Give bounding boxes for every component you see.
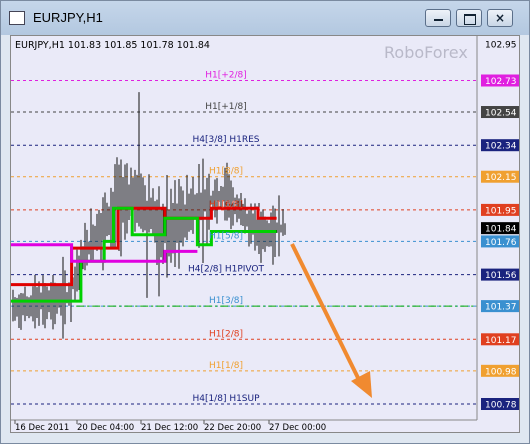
level-label: H1[5/8] bbox=[209, 231, 243, 241]
y-tick-label: 102.34 bbox=[485, 142, 517, 152]
level-label: H1[2/8] bbox=[209, 329, 243, 339]
level-label: H4[2/8] H1PIVOT bbox=[188, 265, 265, 275]
minimize-button[interactable] bbox=[425, 9, 451, 27]
y-tick-label: 101.56 bbox=[485, 271, 517, 281]
y-tick-label: 100.98 bbox=[485, 367, 517, 377]
level-label: H1[3/8] bbox=[209, 296, 243, 306]
y-tick-label: 102.95 bbox=[485, 41, 517, 51]
y-tick-label: 101.95 bbox=[485, 206, 517, 216]
y-tick-label: 102.15 bbox=[485, 173, 517, 183]
level-label: H1[+1/8] bbox=[205, 102, 247, 112]
chart-canvas[interactable]: H1[+2/8] H1[+1/8] H4[3/8] H1RES H1[8/8] H1[6… bbox=[11, 36, 520, 433]
level-label: H4[3/8] H1RES bbox=[192, 135, 259, 145]
y-tick-label: 101.37 bbox=[485, 303, 517, 313]
x-tick-label: 20 Dec 04:00 bbox=[77, 423, 134, 433]
close-button[interactable]: × bbox=[487, 9, 513, 27]
minimize-icon bbox=[434, 19, 443, 21]
chart-plot[interactable]: H1[+2/8] H1[+1/8] H4[3/8] H1RES H1[8/8] H1[6… bbox=[10, 35, 520, 433]
ohlc-header: EURJPY,H1 101.83 101.85 101.78 101.84 bbox=[15, 40, 210, 51]
x-tick-label: 16 Dec 2011 bbox=[15, 423, 69, 433]
y-tick-label: 101.84 bbox=[485, 225, 517, 235]
close-icon: × bbox=[495, 11, 506, 25]
y-tick-label: 100.78 bbox=[485, 401, 517, 411]
y-tick-label: 101.76 bbox=[485, 238, 517, 248]
x-tick-label: 27 Dec 00:00 bbox=[269, 423, 326, 433]
level-label: H1[8/8] bbox=[209, 167, 243, 177]
chart-window-icon bbox=[9, 11, 25, 25]
level-label: H4[1/8] H1SUP bbox=[192, 394, 260, 404]
y-tick-label: 101.17 bbox=[485, 336, 517, 346]
x-tick-label: 21 Dec 12:00 bbox=[141, 423, 198, 433]
y-tick-label: 102.73 bbox=[485, 77, 517, 87]
level-label: H1[1/8] bbox=[209, 361, 243, 371]
title-bar[interactable]: EURJPY,H1 × bbox=[1, 1, 529, 35]
forecast-arrow-icon bbox=[290, 243, 372, 398]
y-tick-label: 102.54 bbox=[485, 109, 517, 119]
level-label: H1[+2/8] bbox=[205, 70, 247, 80]
chart-window: EURJPY,H1 × H1[+2/8] H1[+1/8] H4[3/8] H1RE… bbox=[0, 0, 530, 444]
x-tick-label: 22 Dec 20:00 bbox=[204, 423, 261, 433]
window-title: EURJPY,H1 bbox=[33, 10, 103, 25]
watermark-text: RoboForex bbox=[384, 43, 468, 62]
maximize-icon bbox=[464, 14, 476, 25]
level-label: H1[6/8] bbox=[209, 200, 243, 210]
maximize-button[interactable] bbox=[456, 9, 482, 27]
